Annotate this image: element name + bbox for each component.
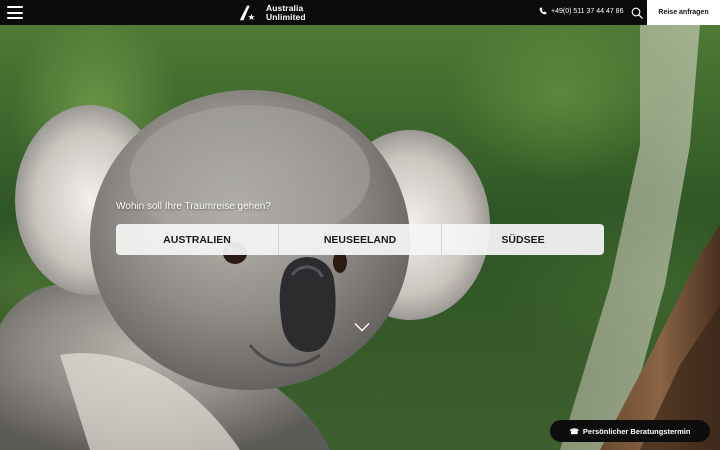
phone-icon	[539, 7, 547, 15]
logo-line-2: Unlimited	[266, 12, 306, 22]
chevron-down-icon[interactable]	[354, 322, 370, 332]
destination-australia[interactable]: AUSTRALIEN	[116, 224, 278, 255]
logo-wordmark: Australia Unlimited	[266, 4, 306, 22]
hamburger-icon[interactable]	[7, 6, 23, 19]
australia-unlimited-logo	[239, 5, 255, 21]
phone-icon: ☎	[569, 426, 579, 436]
phone-link[interactable]: +49(0) 511 37 44 47 86	[539, 7, 623, 15]
destination-picker: AUSTRALIEN NEUSEELAND SÜDSEE	[116, 224, 604, 255]
logo[interactable]: Australia Unlimited	[238, 3, 306, 23]
top-navigation-bar: Australia Unlimited +49(0) 511 37 44 47 …	[0, 0, 720, 25]
destination-question: Wohin soll Ihre Traumreise gehen?	[116, 201, 271, 212]
search-button[interactable]	[627, 0, 647, 25]
request-trip-button[interactable]: Reise anfragen	[647, 0, 720, 25]
consultation-button[interactable]: ☎ Persönlicher Beratungstermin	[550, 420, 710, 442]
hero-image: Wohin soll Ihre Traumreise gehen? AUSTRA…	[0, 25, 720, 450]
consultation-label: Persönlicher Beratungstermin	[582, 426, 691, 436]
search-icon	[631, 7, 643, 19]
destination-south-seas[interactable]: SÜDSEE	[441, 224, 604, 255]
destination-new-zealand[interactable]: NEUSEELAND	[278, 224, 441, 255]
phone-number: +49(0) 511 37 44 47 86	[551, 7, 624, 15]
